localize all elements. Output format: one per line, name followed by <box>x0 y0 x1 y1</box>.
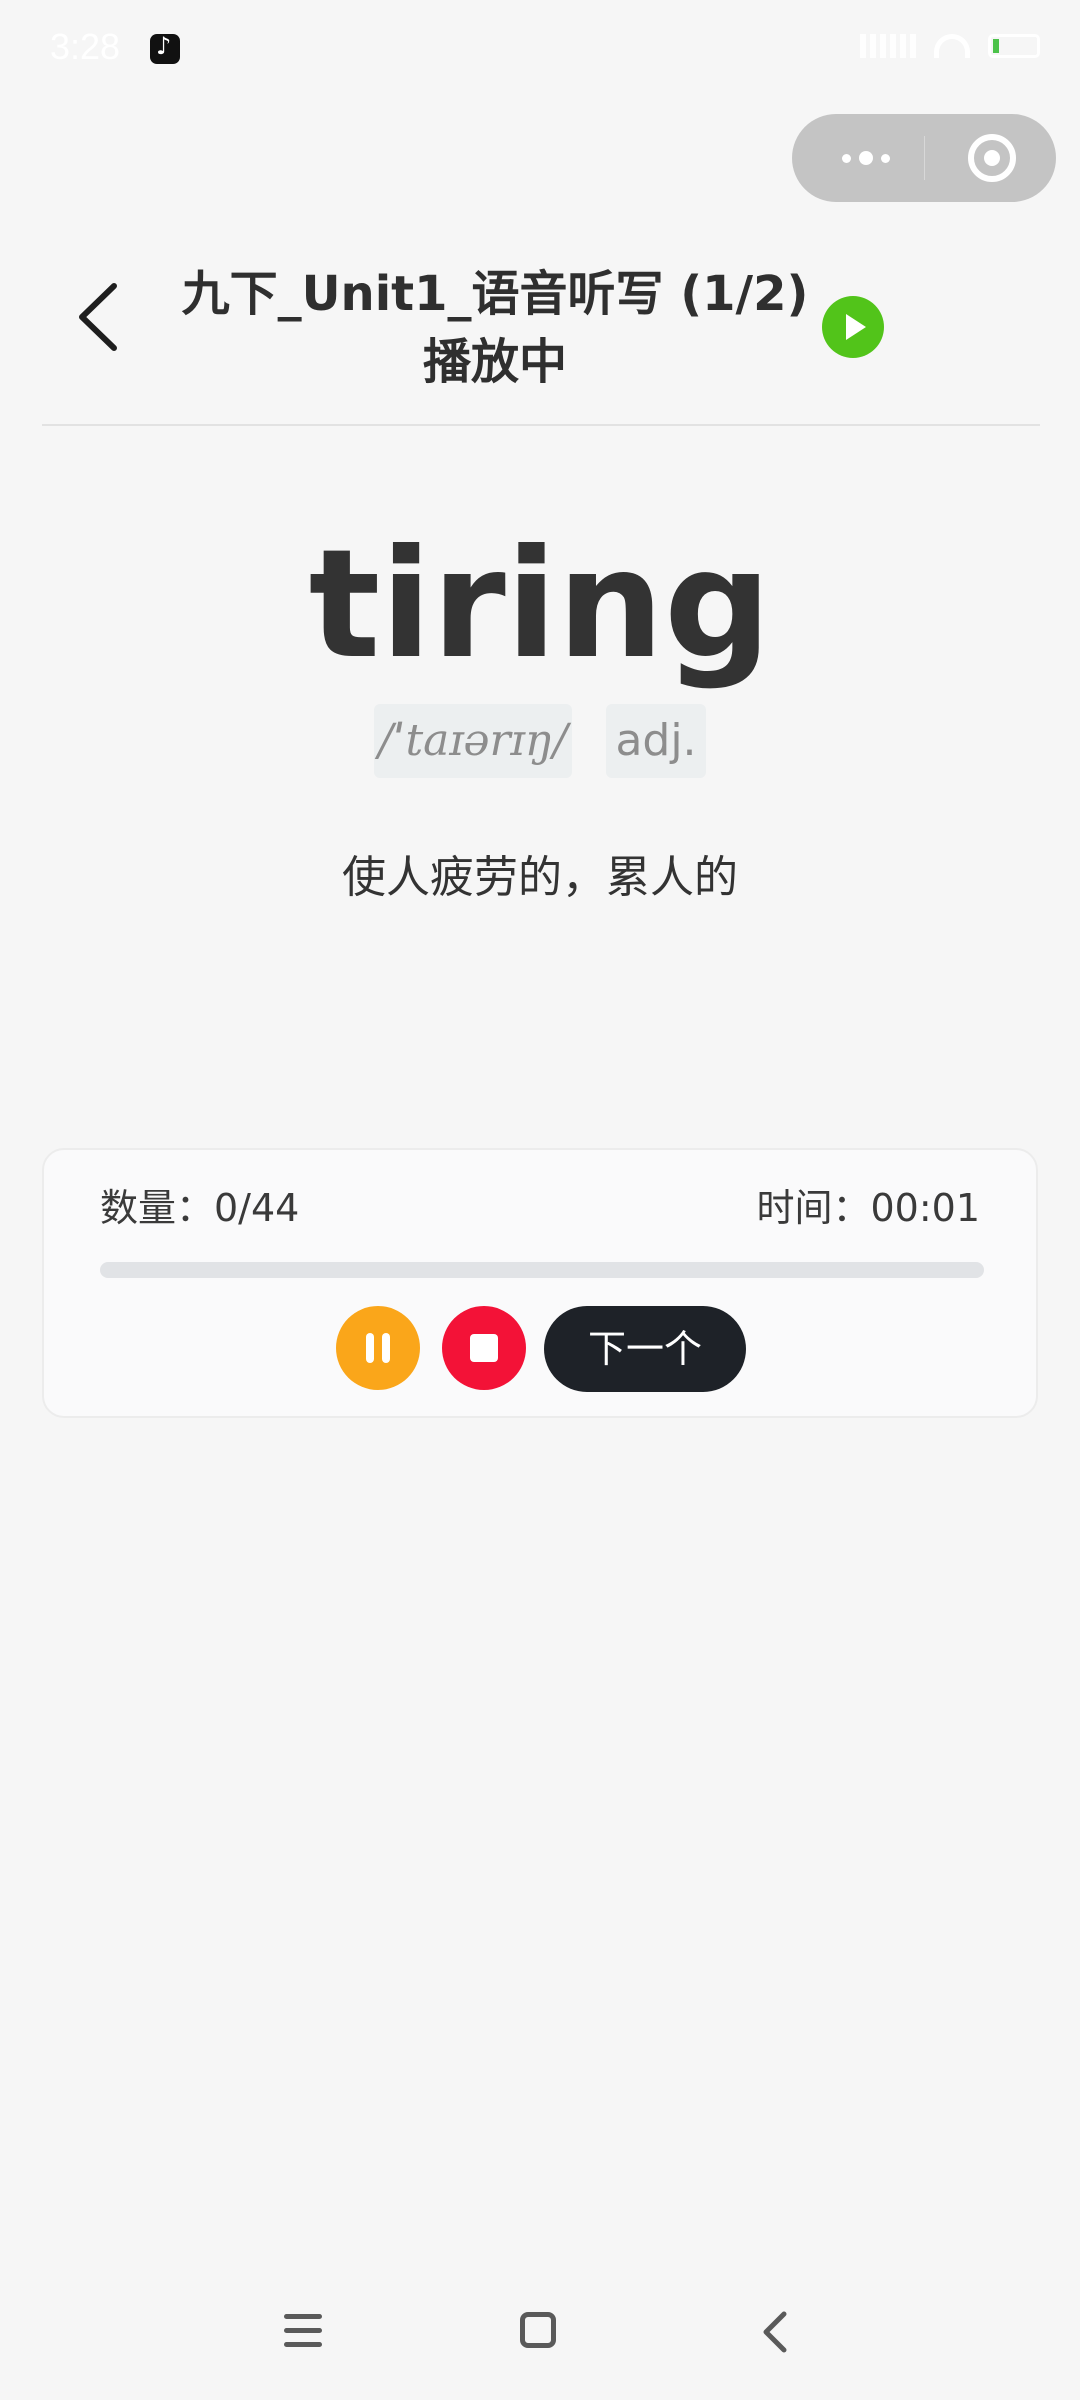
close-target-icon[interactable] <box>968 134 1016 182</box>
stop-button[interactable] <box>442 1306 526 1390</box>
part-of-speech-tag: adj. <box>606 704 706 778</box>
signal-icon <box>860 34 916 58</box>
word-text: tiring <box>308 518 772 692</box>
back-button[interactable] <box>64 272 144 362</box>
miniprogram-capsule <box>792 114 1056 202</box>
pause-button[interactable] <box>336 1306 420 1390</box>
play-icon[interactable] <box>822 296 884 358</box>
capsule-divider <box>924 136 925 180</box>
word-meaning: 使人疲劳的，累人的 <box>342 852 738 903</box>
system-nav-bar <box>0 2290 1080 2370</box>
time-label: 时间：00:01 <box>756 1186 980 1230</box>
phonetic-tag: /ˈtaɪərɪŋ/ <box>374 704 572 778</box>
header-divider <box>42 424 1040 426</box>
page-title: 九下_Unit1_语音听写 (1/2) <box>181 266 809 322</box>
more-icon[interactable] <box>828 134 904 182</box>
status-time: 3:28 <box>50 26 121 67</box>
status-bar: 3:28 <box>0 0 1080 100</box>
progress-bar <box>100 1262 984 1278</box>
home-icon[interactable] <box>520 2312 556 2348</box>
next-button[interactable]: 下一个 <box>544 1306 746 1392</box>
wifi-icon <box>934 34 970 58</box>
control-card: 数量：0/44 时间：00:01 下一个 <box>42 1148 1038 1418</box>
back-icon[interactable] <box>760 2310 790 2354</box>
play-status: 播放中 <box>422 334 567 390</box>
chevron-left-icon <box>79 283 117 351</box>
status-icons <box>860 34 1040 58</box>
menu-icon[interactable] <box>284 2314 322 2348</box>
battery-icon <box>988 34 1040 58</box>
count-label: 数量：0/44 <box>100 1186 300 1230</box>
tiktok-icon <box>150 32 180 64</box>
